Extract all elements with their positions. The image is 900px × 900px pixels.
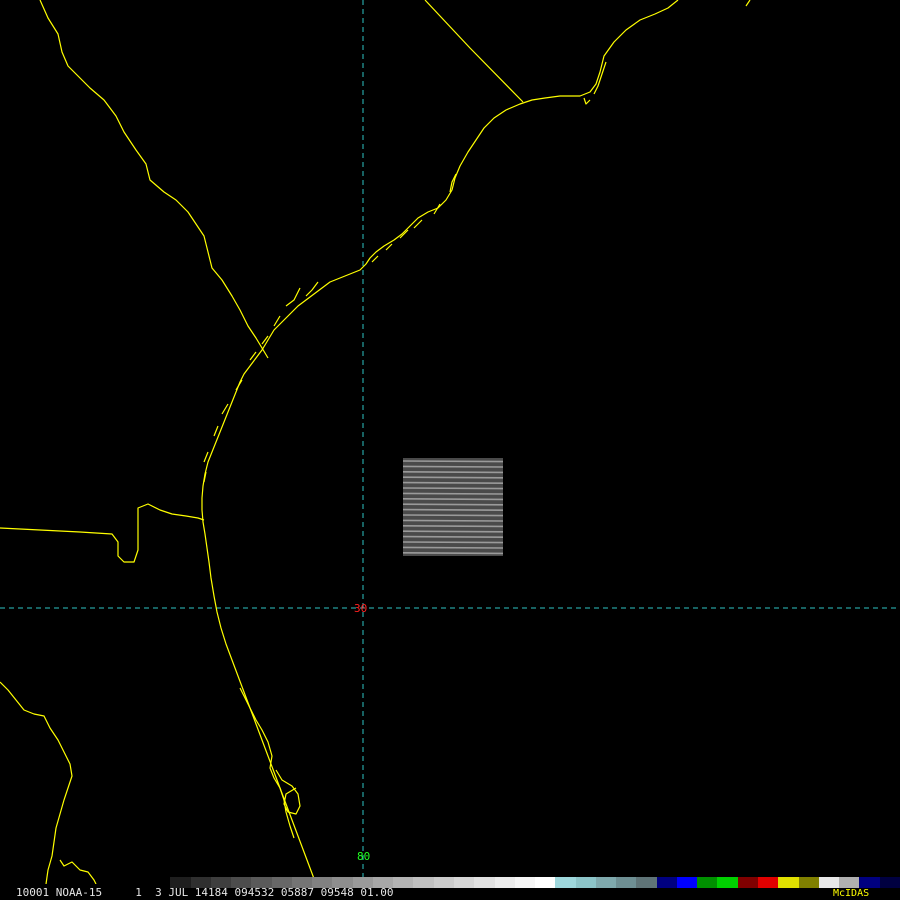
color-swatch <box>636 877 657 888</box>
swath-scanline <box>402 498 504 501</box>
swath-scanline <box>402 508 504 511</box>
swath-scanline <box>402 481 504 484</box>
color-swatch <box>190 877 211 888</box>
swath-scanline <box>402 541 504 544</box>
color-swatch <box>433 877 454 888</box>
color-swatch <box>251 877 272 888</box>
color-swatch <box>393 877 414 888</box>
color-swatch <box>231 877 252 888</box>
data-swath <box>402 458 504 556</box>
color-swatch <box>150 877 171 888</box>
color-swatch <box>839 877 860 888</box>
color-swatch <box>474 877 495 888</box>
swath-scanline <box>402 552 504 555</box>
color-swatch <box>514 877 536 888</box>
color-swatch <box>372 877 394 888</box>
color-swatch <box>291 877 313 888</box>
color-swatch <box>656 877 677 888</box>
swath-scanline <box>402 519 504 522</box>
swath-scanline <box>402 471 504 474</box>
swath-scanline <box>402 535 504 538</box>
mcidas-brand: McIDAS <box>833 888 870 899</box>
color-swatch <box>676 877 698 888</box>
color-swatch <box>535 877 556 888</box>
color-swatch <box>170 877 191 888</box>
swath-scanline <box>402 525 504 528</box>
color-swatch <box>859 877 880 888</box>
swath-scanline <box>402 514 504 517</box>
color-swatch <box>210 877 232 888</box>
image-info-text: 10001 NOAA-15 1 3 JUL 14184 094532 05887… <box>16 886 394 899</box>
color-swatch <box>717 877 738 888</box>
color-swatch <box>778 877 799 888</box>
color-swatch <box>757 877 779 888</box>
color-swatch <box>352 877 373 888</box>
color-swatch <box>798 877 819 888</box>
swath-scanline <box>402 487 504 490</box>
map-background <box>0 0 900 900</box>
color-swatch <box>494 877 515 888</box>
latitude-label-30: 30 <box>354 602 367 615</box>
color-swatch <box>575 877 596 888</box>
color-swatch <box>595 877 617 888</box>
swath-scanline <box>402 460 504 463</box>
color-swatch <box>555 877 576 888</box>
swath-scanline <box>402 530 504 533</box>
swath-scanline <box>402 465 504 468</box>
color-swatch <box>271 877 292 888</box>
color-swatch <box>453 877 475 888</box>
color-swatch <box>737 877 758 888</box>
swath-scanline <box>402 546 504 549</box>
swath-scanline <box>402 492 504 495</box>
satellite-map: 30 80 <box>0 0 900 900</box>
color-swatch <box>413 877 434 888</box>
color-swatch <box>312 877 333 888</box>
color-swatch <box>697 877 718 888</box>
swath-scanline <box>402 503 504 506</box>
color-scale-bar <box>150 877 900 888</box>
swath-scanline <box>402 476 504 479</box>
color-swatch <box>818 877 840 888</box>
color-swatch <box>616 877 637 888</box>
color-swatch <box>332 877 353 888</box>
longitude-label-80: 80 <box>357 850 370 863</box>
color-swatch <box>879 877 900 888</box>
